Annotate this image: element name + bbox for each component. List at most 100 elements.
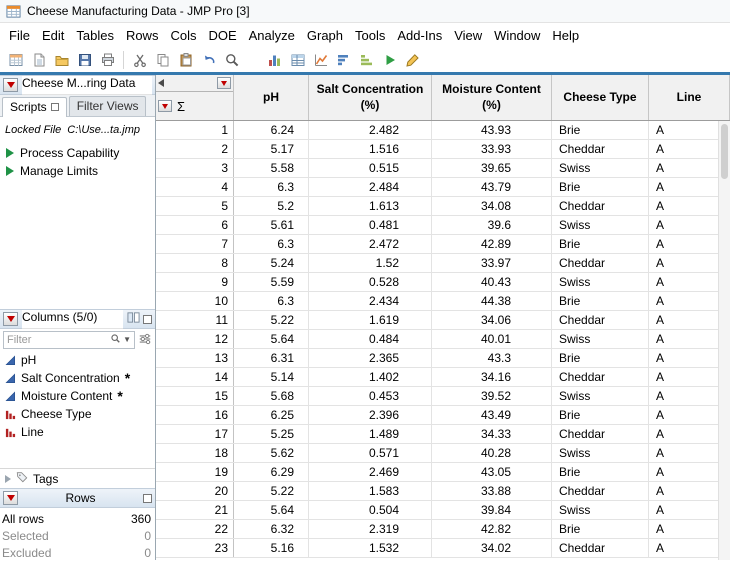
cell-cheese[interactable]: Cheddar — [552, 425, 649, 443]
cell-salt[interactable]: 0.571 — [309, 444, 432, 462]
table-row[interactable]: 19 6.29 2.469 43.05 Brie A — [156, 463, 730, 482]
row-number[interactable]: 9 — [156, 273, 234, 291]
cell-moisture[interactable]: 33.93 — [432, 140, 552, 158]
table-row[interactable]: 12 5.64 0.484 40.01 Swiss A — [156, 330, 730, 349]
menu-view[interactable]: View — [448, 24, 488, 47]
chevron-down-icon[interactable]: ▼ — [123, 336, 131, 344]
menu-doe[interactable]: DOE — [202, 24, 242, 47]
zoom-button[interactable] — [220, 49, 243, 71]
cell-salt[interactable]: 2.482 — [309, 121, 432, 139]
row-number[interactable]: 21 — [156, 501, 234, 519]
cell-cheese[interactable]: Brie — [552, 292, 649, 310]
print-button[interactable] — [96, 49, 119, 71]
cell-cheese[interactable]: Brie — [552, 463, 649, 481]
collapse-panel-icon[interactable] — [158, 79, 164, 87]
cell-ph[interactable]: 5.2 — [234, 197, 309, 215]
cell-moisture[interactable]: 44.38 — [432, 292, 552, 310]
cell-ph[interactable]: 6.3 — [234, 292, 309, 310]
table-row[interactable]: 9 5.59 0.528 40.43 Swiss A — [156, 273, 730, 292]
columns-menu-button[interactable] — [217, 77, 231, 89]
cell-salt[interactable]: 0.504 — [309, 501, 432, 519]
tab-scripts[interactable]: Scripts — [2, 97, 67, 117]
cell-ph[interactable]: 6.31 — [234, 349, 309, 367]
table-row[interactable]: 6 5.61 0.481 39.6 Swiss A — [156, 216, 730, 235]
table-row[interactable]: 10 6.3 2.434 44.38 Brie A — [156, 292, 730, 311]
cell-moisture[interactable]: 39.84 — [432, 501, 552, 519]
menu-edit[interactable]: Edit — [36, 24, 70, 47]
cell-moisture[interactable]: 42.82 — [432, 520, 552, 538]
cell-salt[interactable]: 1.52 — [309, 254, 432, 272]
columns-panel-menu-button[interactable] — [3, 312, 18, 326]
table-row[interactable]: 18 5.62 0.571 40.28 Swiss A — [156, 444, 730, 463]
row-number[interactable]: 1 — [156, 121, 234, 139]
cell-ph[interactable]: 5.64 — [234, 501, 309, 519]
menu-tools[interactable]: Tools — [349, 24, 391, 47]
table-row[interactable]: 3 5.58 0.515 39.65 Swiss A — [156, 159, 730, 178]
row-number[interactable]: 7 — [156, 235, 234, 253]
cell-moisture[interactable]: 39.6 — [432, 216, 552, 234]
cell-moisture[interactable]: 40.43 — [432, 273, 552, 291]
row-number[interactable]: 10 — [156, 292, 234, 310]
summary-sigma-icon[interactable]: Σ — [177, 99, 185, 114]
cell-ph[interactable]: 5.16 — [234, 539, 309, 557]
table-row[interactable]: 4 6.3 2.484 43.79 Brie A — [156, 178, 730, 197]
table-row[interactable]: 7 6.3 2.472 42.89 Brie A — [156, 235, 730, 254]
cell-moisture[interactable]: 39.52 — [432, 387, 552, 405]
cell-cheese[interactable]: Cheddar — [552, 140, 649, 158]
menu-rows[interactable]: Rows — [120, 24, 165, 47]
table-row[interactable]: 8 5.24 1.52 33.97 Cheddar A — [156, 254, 730, 273]
run-script-button[interactable] — [378, 49, 401, 71]
cut-button[interactable] — [128, 49, 151, 71]
row-number[interactable]: 15 — [156, 387, 234, 405]
filter-options-icon[interactable] — [138, 332, 152, 349]
cell-moisture[interactable]: 33.97 — [432, 254, 552, 272]
cell-cheese[interactable]: Brie — [552, 235, 649, 253]
cell-salt[interactable]: 1.402 — [309, 368, 432, 386]
cell-salt[interactable]: 1.613 — [309, 197, 432, 215]
cell-ph[interactable]: 5.64 — [234, 330, 309, 348]
column-header-moisture[interactable]: Moisture Content (%) — [432, 75, 552, 120]
cell-ph[interactable]: 5.25 — [234, 425, 309, 443]
sort-bars-button[interactable] — [332, 49, 355, 71]
rows-menu-button[interactable] — [158, 100, 172, 112]
table-row[interactable]: 17 5.25 1.489 34.33 Cheddar A — [156, 425, 730, 444]
row-number[interactable]: 19 — [156, 463, 234, 481]
script-item-manage-limits[interactable]: Manage Limits — [5, 162, 150, 180]
table-row[interactable]: 21 5.64 0.504 39.84 Swiss A — [156, 501, 730, 520]
open-button[interactable] — [50, 49, 73, 71]
rows-stat-selected[interactable]: Selected 0 — [2, 527, 151, 544]
table-row[interactable]: 2 5.17 1.516 33.93 Cheddar A — [156, 140, 730, 159]
row-number[interactable]: 6 — [156, 216, 234, 234]
cell-ph[interactable]: 6.24 — [234, 121, 309, 139]
cell-ph[interactable]: 5.14 — [234, 368, 309, 386]
rows-stat-all-rows[interactable]: All rows 360 — [2, 510, 151, 527]
cell-moisture[interactable]: 43.3 — [432, 349, 552, 367]
table-row[interactable]: 23 5.16 1.532 34.02 Cheddar A — [156, 539, 730, 558]
table-row[interactable]: 15 5.68 0.453 39.52 Swiss A — [156, 387, 730, 406]
vertical-scrollbar[interactable] — [718, 121, 730, 560]
cell-cheese[interactable]: Swiss — [552, 387, 649, 405]
panel-checkbox-icon[interactable] — [143, 314, 152, 324]
cell-salt[interactable]: 1.583 — [309, 482, 432, 500]
cell-ph[interactable]: 5.22 — [234, 482, 309, 500]
row-number[interactable]: 4 — [156, 178, 234, 196]
column-header-cheese[interactable]: Cheese Type — [552, 75, 649, 120]
table-row[interactable]: 22 6.32 2.319 42.82 Brie A — [156, 520, 730, 539]
tabulate-button[interactable] — [286, 49, 309, 71]
cell-ph[interactable]: 6.25 — [234, 406, 309, 424]
paste-button[interactable] — [174, 49, 197, 71]
cell-salt[interactable]: 0.484 — [309, 330, 432, 348]
rows-stat-excluded[interactable]: Excluded 0 — [2, 544, 151, 561]
cell-salt[interactable]: 1.619 — [309, 311, 432, 329]
menu-tables[interactable]: Tables — [70, 24, 120, 47]
cell-salt[interactable]: 1.489 — [309, 425, 432, 443]
column-item-salt-concentration[interactable]: Salt Concentration * — [0, 369, 155, 387]
cell-moisture[interactable]: 34.16 — [432, 368, 552, 386]
tags-row[interactable]: Tags — [0, 468, 155, 488]
save-button[interactable] — [73, 49, 96, 71]
cell-moisture[interactable]: 40.28 — [432, 444, 552, 462]
cell-ph[interactable]: 6.29 — [234, 463, 309, 481]
cell-ph[interactable]: 5.22 — [234, 311, 309, 329]
cell-moisture[interactable]: 40.01 — [432, 330, 552, 348]
cell-cheese[interactable]: Brie — [552, 406, 649, 424]
